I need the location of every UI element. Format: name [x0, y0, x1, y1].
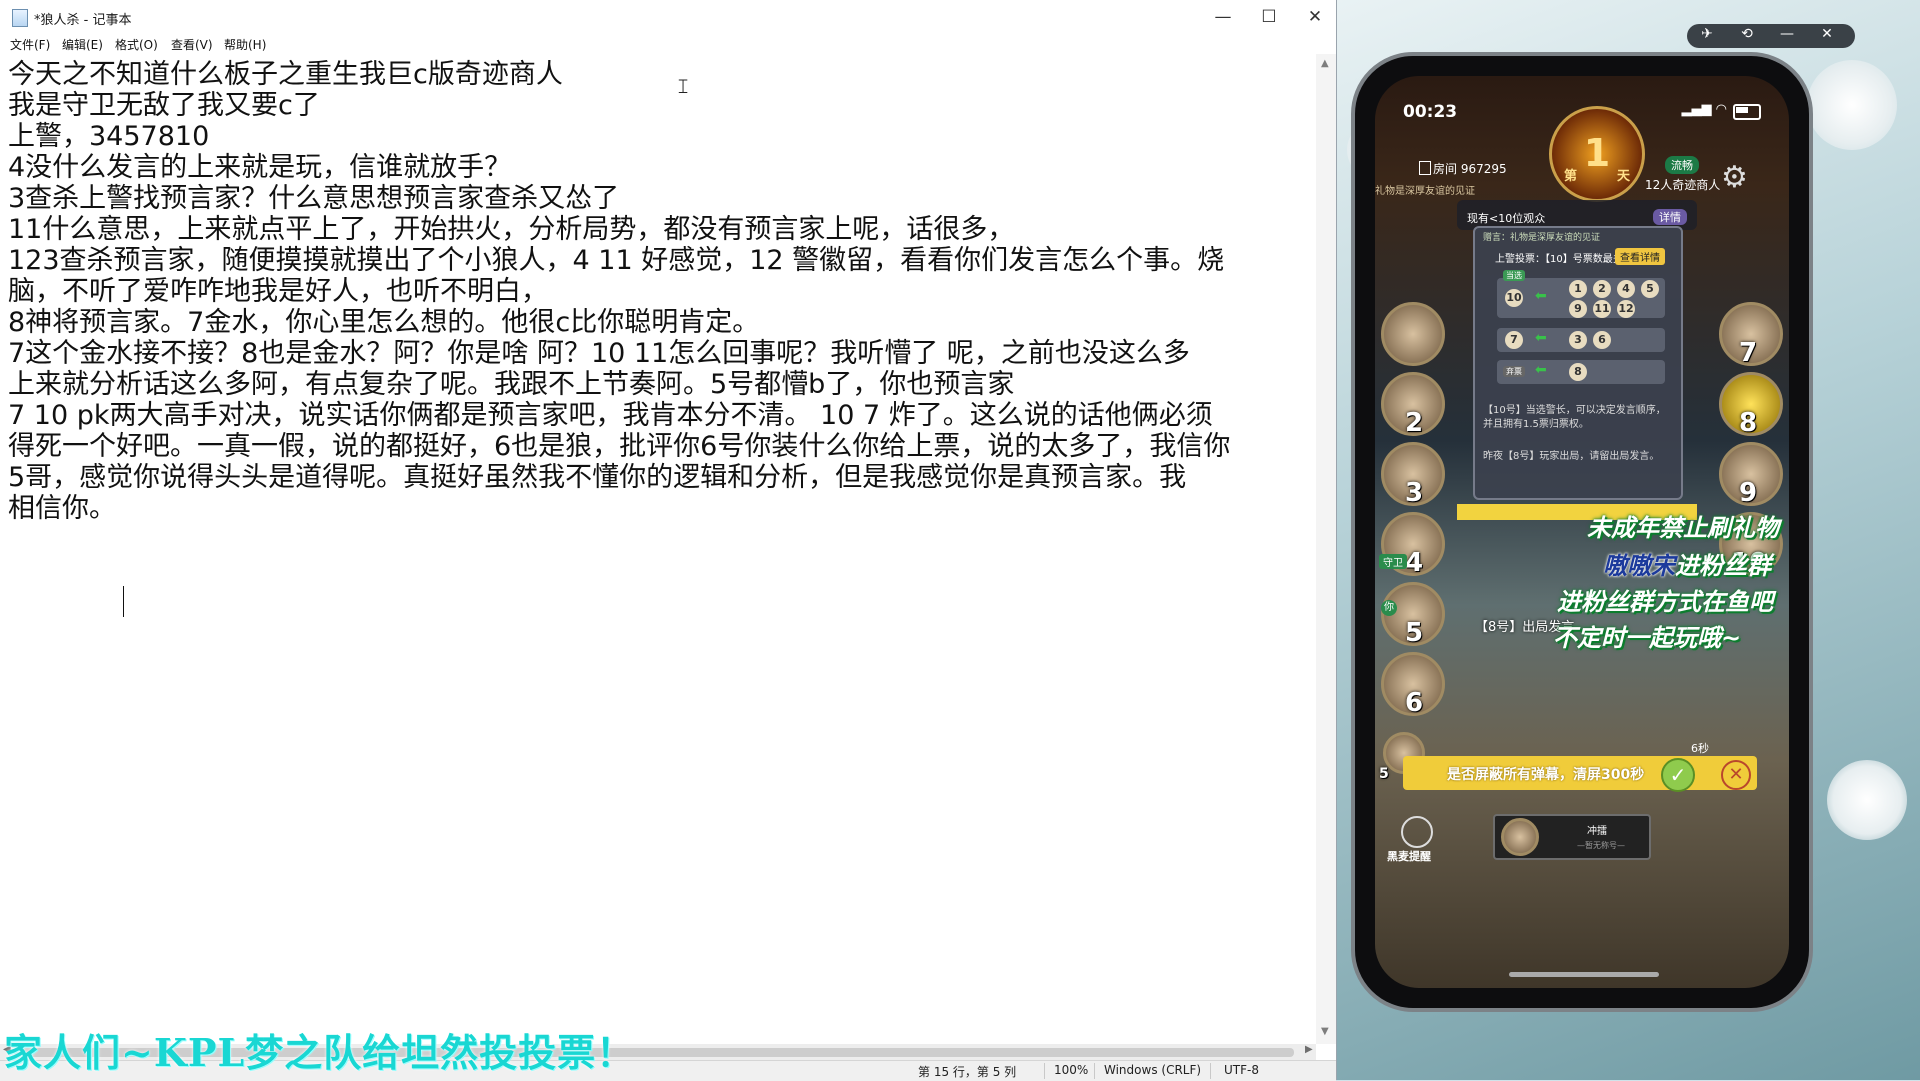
sheriff-message: 【10号】当选警长，可以决定发言顺序，并且拥有1.5票归票权。 [1483, 405, 1666, 430]
menu-bar: 文件(F) 编辑(E) 格式(O) 查看(V) 帮助(H) [0, 34, 1336, 54]
room-icon [1419, 161, 1431, 175]
mirror-control-bar: ✈ ⟲ — ✕ [1687, 24, 1855, 48]
stream-overlay-line1: 未成年禁止刷礼物 [1587, 514, 1779, 542]
menu-file[interactable]: 文件(F) [10, 36, 50, 53]
minimize-button[interactable]: — [1200, 0, 1246, 34]
prompt-text: 是否屏蔽所有弹幕，清屏300秒 [1447, 767, 1645, 783]
text-line: 5哥，感觉你说得头头是道得呢。真挺好虽然我不懂你的逻辑和分析，但是我感觉你是真预… [8, 462, 1187, 493]
stream-overlay-line3: 进粉丝群方式在鱼吧 [1557, 588, 1773, 616]
scroll-up-icon[interactable]: ▲ [1321, 58, 1329, 69]
viewer-count: 现有<10位观众 [1467, 212, 1546, 225]
gift-line: 赠言：礼物是深厚友谊的见证 [1483, 233, 1601, 243]
pin-icon[interactable]: ✈ [1695, 26, 1719, 42]
menu-format[interactable]: 格式(O) [115, 36, 158, 53]
room-number: 房间 967295 [1433, 162, 1507, 176]
text-cursor-icon: 𝙸 [676, 74, 691, 98]
text-caret [123, 586, 124, 617]
view-detail-button[interactable]: 查看详情 [1615, 248, 1665, 265]
minimize-mirror-icon[interactable]: — [1775, 26, 1799, 42]
stream-overlay-line2: 嗷嗷宋进粉丝群 [1603, 552, 1771, 580]
close-mirror-icon[interactable]: ✕ [1815, 26, 1839, 42]
title-label: —暂无称号— [1577, 841, 1625, 850]
vote-arrow-icon: ⬅ [1535, 362, 1547, 378]
zoom-level: 100% [1054, 1063, 1089, 1077]
vote-row-abstain: 弃票 ⬅ 8 [1497, 360, 1665, 384]
vote-result-title: 上警投票：【10】号票数最多！ [1495, 254, 1633, 265]
line-ending: Windows (CRLF) [1104, 1063, 1202, 1077]
night-message: 昨夜【8号】玩家出局，请留出局发言。 [1483, 451, 1660, 462]
cursor-position: 第 15 行，第 5 列 [918, 1065, 1017, 1079]
game-mode: 12人奇迹商人 [1645, 178, 1721, 192]
title-bar[interactable]: *狼人杀 - 记事本 — ☐ ✕ [0, 0, 1336, 34]
menu-edit[interactable]: 编辑(E) [62, 36, 103, 53]
vote-row-second: 7 ⬅ 3 6 [1497, 328, 1665, 352]
dismiss-button[interactable]: ✕ [1721, 760, 1751, 790]
text-editor[interactable]: 今天之不知道什么板子之重生我巨c版奇迹商人 我是守卫无敌了我又要c了 上警，3457… [0, 54, 1316, 1044]
reminder-label: 黑麦提醒 [1387, 850, 1431, 863]
network-status: 流畅 [1665, 156, 1699, 174]
signal-icon: ▂▄▆ ◠ [1681, 102, 1727, 117]
confirm-button[interactable]: ✓ [1661, 758, 1695, 792]
elected-tag: 当选 [1503, 270, 1525, 281]
detail-button[interactable]: 详情 [1653, 209, 1687, 225]
battery-icon [1733, 104, 1761, 120]
you-tag: 你 [1381, 600, 1397, 616]
menu-help[interactable]: 帮助(H) [224, 36, 266, 53]
scroll-down-icon[interactable]: ▼ [1321, 1026, 1329, 1037]
menu-view[interactable]: 查看(V) [171, 36, 213, 53]
abstain-tag: 弃票 [1503, 366, 1525, 377]
clear-danmaku-prompt: 是否屏蔽所有弹幕，清屏300秒 ✓ ✕ [1403, 756, 1757, 792]
vote-panel: 赠言：礼物是深厚友谊的见证 上警投票：【10】号票数最多！ 查看详情 当选 10… [1473, 226, 1683, 500]
close-button[interactable]: ✕ [1292, 0, 1338, 34]
sprint-label: 冲擂 [1587, 826, 1607, 837]
rotate-icon[interactable]: ⟲ [1735, 26, 1759, 42]
settings-gear-icon[interactable]: ⚙ [1721, 160, 1748, 195]
text-line: 相信你。 [8, 493, 116, 524]
notepad-icon [12, 9, 28, 27]
reminder-icon[interactable] [1401, 816, 1433, 848]
stream-ticker: 家人们~KPL梦之队给坦然投投票！ [4, 1030, 636, 1075]
rank-card[interactable]: 冲擂 —暂无称号— [1493, 814, 1651, 860]
guard-role-tag: 守卫 [1379, 554, 1407, 569]
home-indicator[interactable] [1509, 972, 1659, 977]
notepad-window: *狼人杀 - 记事本 — ☐ ✕ 文件(F) 编辑(E) 格式(O) 查看(V)… [0, 0, 1337, 1081]
vote-arrow-icon: ⬅ [1535, 330, 1547, 346]
stream-overlay-line4: 不定时一起玩哦~ [1553, 624, 1742, 652]
gift-marquee: 礼物是深厚友谊的见证 [1375, 186, 1475, 197]
card-avatar [1501, 818, 1539, 856]
vote-arrow-icon: ⬅ [1535, 288, 1547, 304]
encoding: UTF-8 [1224, 1063, 1259, 1077]
scroll-right-icon[interactable]: ▶ [1305, 1044, 1313, 1055]
phone-mirror-panel: ✈ ⟲ — ✕ ⤢ 📷 ⏺ 🖥 ✎ ⬚ ⚙ 00:23 ▂▄▆ ◠ 1 第 天 … [1337, 0, 1920, 1080]
vertical-scrollbar[interactable]: ▲ ▼ [1316, 54, 1336, 1044]
vote-row-elected: 当选 10 ⬅ 1 2 4 5 9 11 12 [1497, 270, 1665, 318]
maximize-button[interactable]: ☐ [1246, 0, 1292, 34]
day-badge: 1 第 天 [1549, 106, 1645, 202]
window-title: *狼人杀 - 记事本 [34, 13, 132, 28]
player-seat[interactable] [1381, 302, 1445, 366]
phone-clock: 00:23 [1403, 102, 1458, 122]
speech-timer: 6秒 [1691, 742, 1709, 755]
